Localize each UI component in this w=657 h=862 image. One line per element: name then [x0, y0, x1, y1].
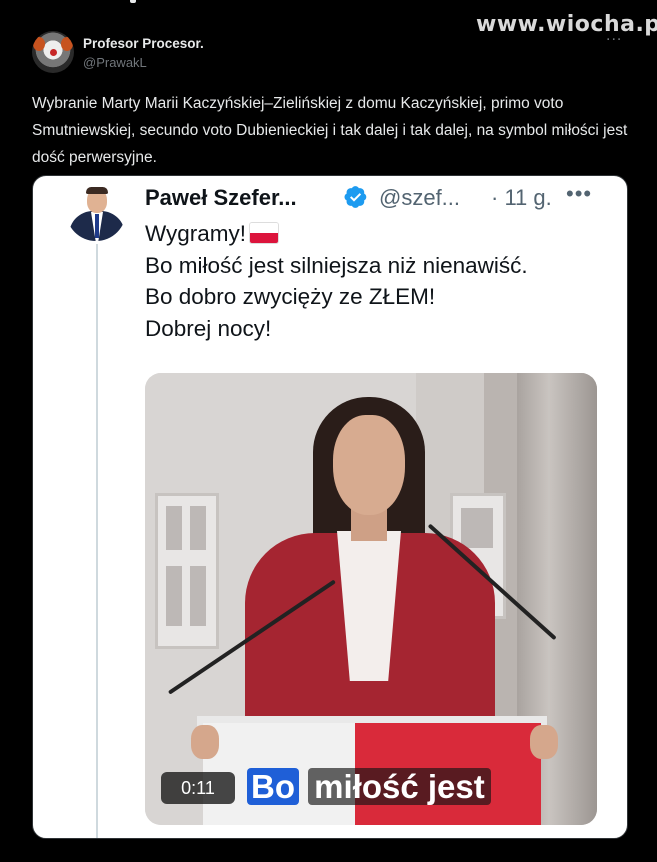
quoted-author-name[interactable]: Paweł Szefer... [145, 185, 297, 211]
speaker-hand [191, 725, 219, 759]
thread-line [96, 244, 98, 838]
quoted-line: Bo miłość jest silniejsza niż nienawiść. [145, 252, 528, 278]
speaker-face [333, 415, 405, 515]
background-window [155, 493, 219, 649]
quoted-timestamp[interactable]: · 11 g. [491, 185, 552, 211]
subtitle-highlight: Bo [247, 768, 299, 805]
author-handle[interactable]: @PrawakL [83, 55, 147, 70]
poland-flag-icon [250, 223, 279, 243]
tweet-text: Wybranie Marty Marii Kaczyńskiej–Zielińs… [32, 95, 628, 166]
video-timer: 0:11 [161, 772, 235, 804]
speaker-hand [530, 725, 558, 759]
site-watermark: www.wiocha.pl [476, 12, 657, 37]
quoted-more-icon[interactable]: ••• [566, 181, 592, 207]
top-cutoff [36, 0, 146, 4]
author-avatar[interactable] [32, 31, 74, 73]
quoted-author-avatar[interactable] [66, 181, 126, 241]
quoted-line: Wygramy! [145, 218, 615, 250]
video-subtitle: Bo miłość jest [247, 764, 491, 810]
quoted-line: Dobrej nocy! [145, 315, 272, 341]
verified-badge-icon [344, 186, 367, 208]
quoted-tweet[interactable]: Paweł Szefer... @szef... · 11 g. ••• Wyg… [32, 175, 628, 839]
subtitle-rest: miłość jest [308, 768, 491, 805]
quoted-text: Wygramy! Bo miłość jest silniejsza niż n… [145, 218, 615, 344]
quoted-line: Bo dobro zwycięży ze ZŁEM! [145, 284, 436, 309]
more-options-icon[interactable]: ... [606, 27, 622, 45]
video-player[interactable]: 0:11 Bo miłość jest [145, 373, 597, 825]
quoted-author-handle[interactable]: @szef... [379, 185, 460, 211]
author-name[interactable]: Profesor Procesor. [83, 36, 204, 51]
